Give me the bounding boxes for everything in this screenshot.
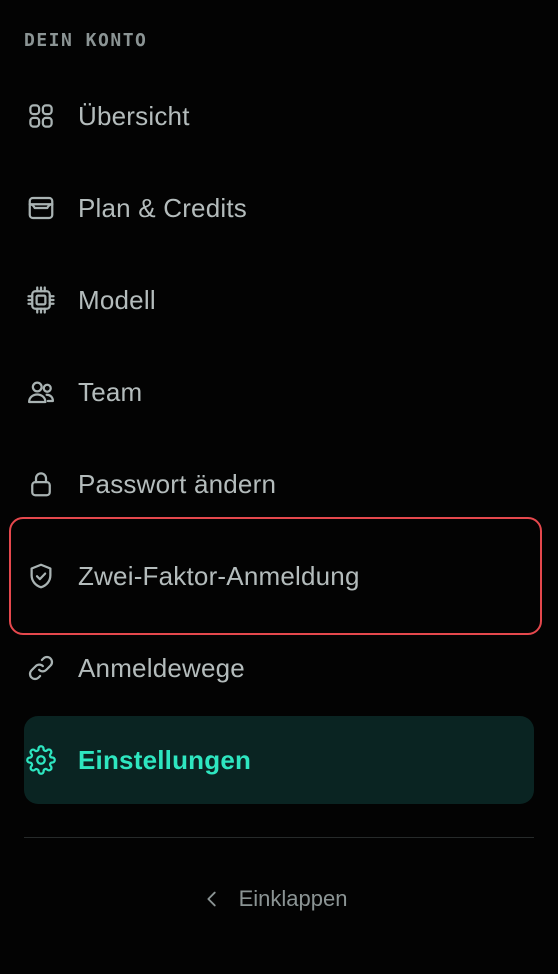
sidebar-item-uebersicht[interactable]: Übersicht — [24, 72, 534, 160]
sidebar-item-label: Anmeldewege — [78, 652, 245, 683]
cpu-icon — [24, 283, 58, 317]
collapse-button[interactable]: Einklappen — [0, 886, 558, 912]
sidebar-item-plan-credits[interactable]: Plan & Credits — [24, 164, 534, 252]
link-icon — [24, 651, 58, 685]
sidebar-item-team[interactable]: Team — [24, 348, 534, 436]
sidebar-item-passwort[interactable]: Passwort ändern — [24, 440, 534, 528]
grid-icon — [24, 99, 58, 133]
sidebar-item-label: Zwei-Faktor-Anmeldung — [78, 560, 360, 591]
sidebar-nav: Übersicht Plan & Credits Modell Team Pas… — [9, 72, 542, 808]
sidebar-item-modell[interactable]: Modell — [24, 256, 534, 344]
divider — [24, 837, 534, 838]
wallet-icon — [24, 191, 58, 225]
sidebar-item-zwei-faktor[interactable]: Zwei-Faktor-Anmeldung — [9, 517, 542, 635]
lock-icon — [24, 467, 58, 501]
users-icon — [24, 375, 58, 409]
sidebar-item-label: Einstellungen — [78, 744, 252, 775]
sidebar-item-label: Team — [78, 376, 143, 407]
shield-check-icon — [24, 559, 58, 593]
gear-icon — [24, 743, 58, 777]
chevron-left-icon — [201, 888, 223, 910]
sidebar-item-label: Passwort ändern — [78, 468, 277, 499]
sidebar-item-einstellungen[interactable]: Einstellungen — [24, 716, 534, 804]
collapse-label: Einklappen — [238, 886, 348, 911]
sidebar-item-label: Plan & Credits — [78, 192, 247, 223]
sidebar-item-anmeldewege[interactable]: Anmeldewege — [24, 624, 534, 712]
sidebar-item-label: Übersicht — [78, 100, 190, 131]
sidebar-item-label: Modell — [78, 284, 156, 315]
section-title: DEIN KONTO — [24, 30, 148, 51]
